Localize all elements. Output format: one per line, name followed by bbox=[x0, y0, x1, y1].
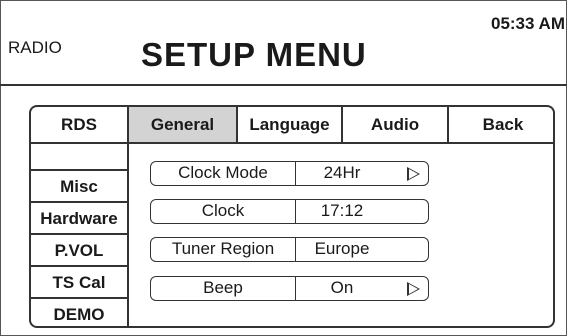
setting-clock-mode[interactable]: Clock Mode 24Hr bbox=[150, 161, 429, 186]
setting-label: Clock bbox=[151, 200, 296, 223]
play-arrow-icon[interactable] bbox=[407, 282, 420, 296]
setup-panel: RDS General Language Audio Back Misc Har… bbox=[29, 105, 555, 328]
sidebar-item-demo[interactable]: DEMO bbox=[31, 297, 127, 326]
tab-general[interactable]: General bbox=[129, 107, 238, 142]
header-divider bbox=[0, 84, 567, 86]
play-arrow-icon[interactable] bbox=[407, 167, 420, 181]
setting-value: On bbox=[330, 278, 354, 297]
page-title: SETUP MENU bbox=[141, 36, 367, 73]
setting-label: Tuner Region bbox=[151, 238, 296, 261]
setting-label: Clock Mode bbox=[151, 162, 296, 185]
sidebar-item-misc[interactable]: Misc bbox=[31, 169, 127, 202]
sidebar-item-pvol[interactable]: P.VOL bbox=[31, 233, 127, 266]
tab-language[interactable]: Language bbox=[238, 107, 343, 142]
sidebar: Misc Hardware P.VOL TS Cal DEMO bbox=[31, 142, 129, 326]
clock-display: 05:33 AM bbox=[490, 14, 565, 33]
setting-tuner-region[interactable]: Tuner Region Europe bbox=[150, 237, 429, 262]
tab-audio[interactable]: Audio bbox=[343, 107, 449, 142]
tab-bar: RDS General Language Audio Back bbox=[31, 107, 553, 144]
sidebar-item-hardware[interactable]: Hardware bbox=[31, 201, 127, 234]
setting-label: Beep bbox=[151, 277, 296, 300]
mode-label: RADIO bbox=[8, 38, 62, 57]
setting-value: 24Hr bbox=[323, 163, 361, 182]
setting-clock[interactable]: Clock 17:12 bbox=[150, 199, 429, 224]
setting-value: Europe bbox=[314, 239, 370, 258]
setting-value: 17:12 bbox=[320, 201, 364, 220]
sidebar-item-ts-cal[interactable]: TS Cal bbox=[31, 265, 127, 298]
tab-back[interactable]: Back bbox=[449, 107, 553, 142]
setting-beep[interactable]: Beep On bbox=[150, 276, 429, 301]
tab-rds[interactable]: RDS bbox=[31, 107, 129, 142]
